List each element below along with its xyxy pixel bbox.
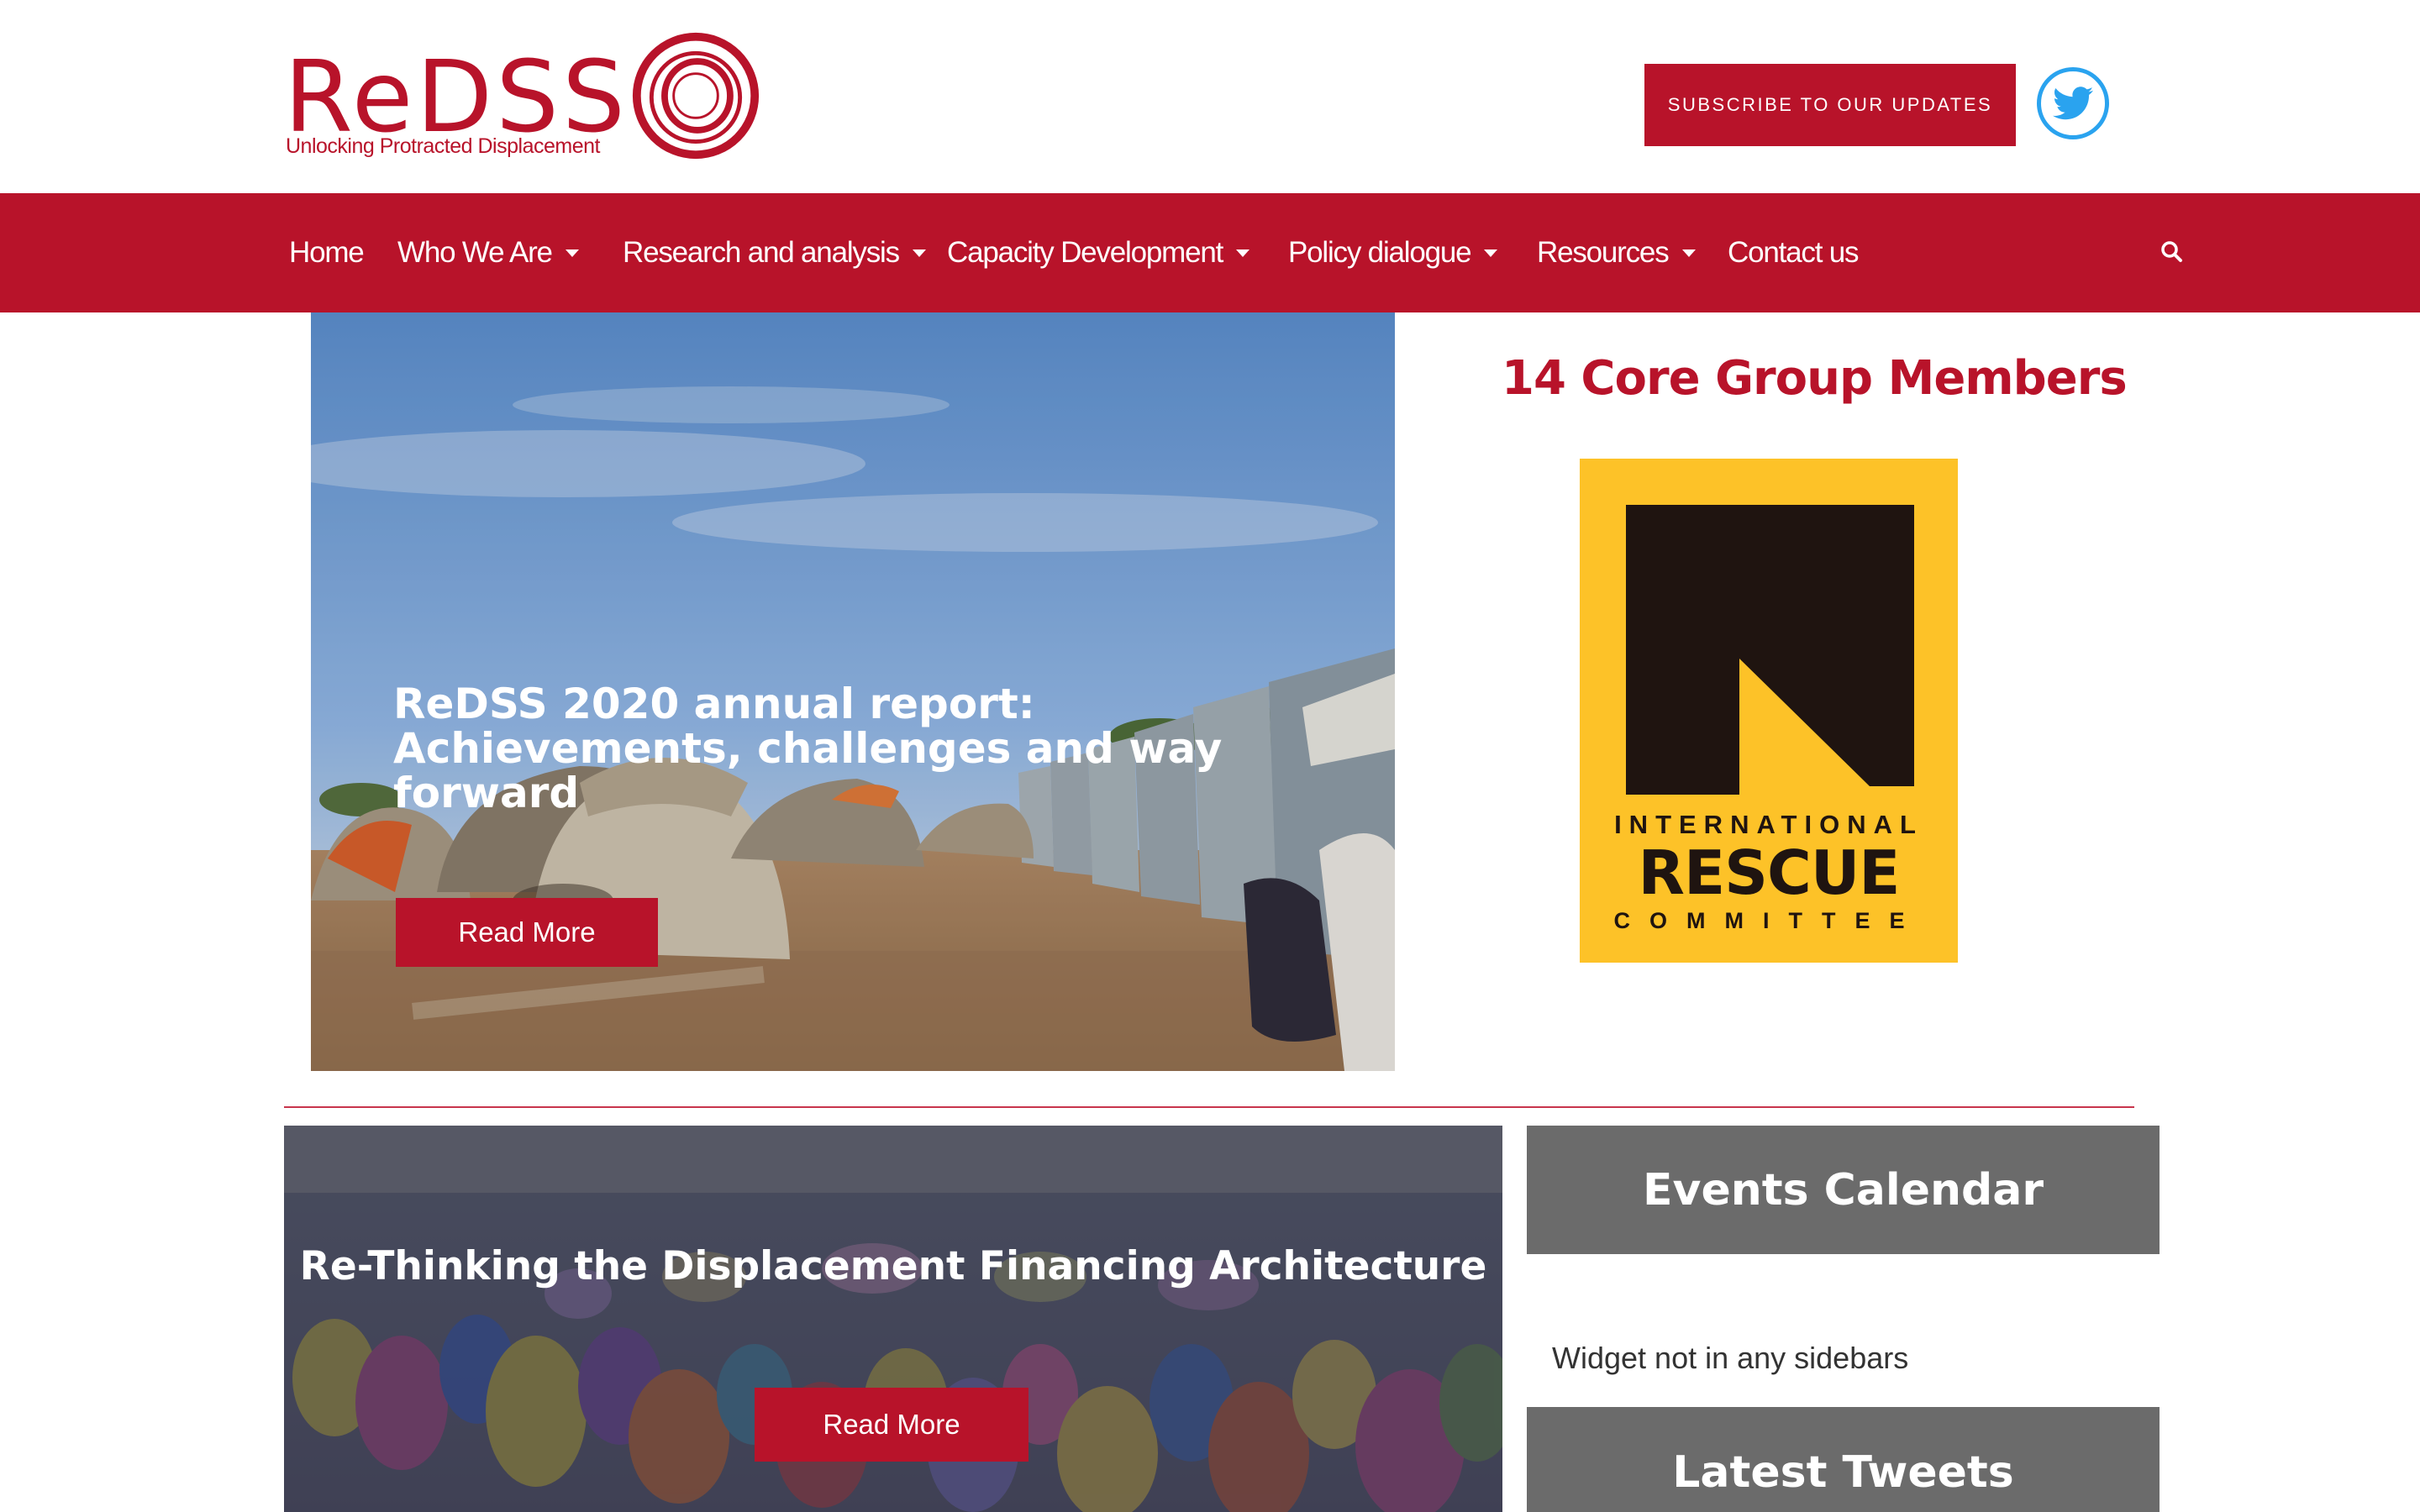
latest-tweets-header: Latest Tweets bbox=[1527, 1407, 2160, 1512]
nav-item-label: Research and analysis bbox=[623, 236, 900, 269]
main-navigation: Home Who We Are Research and analysis Ca… bbox=[0, 193, 2420, 312]
nav-item-resources[interactable]: Resources bbox=[1537, 193, 1696, 312]
nav-item-policy-dialogue[interactable]: Policy dialogue bbox=[1288, 193, 1498, 312]
nav-item-home[interactable]: Home bbox=[289, 193, 365, 312]
chevron-down-icon bbox=[565, 249, 579, 257]
irc-line-2: RESCUE bbox=[1639, 837, 1900, 908]
irc-wordmark: INTERNATIONAL RESCUE COMMITTEE bbox=[1614, 810, 1924, 933]
chevron-down-icon bbox=[1484, 249, 1498, 257]
nav-item-label: Home bbox=[289, 236, 365, 269]
events-calendar-header: Events Calendar bbox=[1527, 1126, 2160, 1254]
nav-item-who-we-are[interactable]: Who We Are bbox=[397, 193, 579, 312]
nav-item-label: Capacity Development bbox=[947, 236, 1223, 269]
featured-read-more-button[interactable]: Read More bbox=[396, 898, 658, 967]
logo-rings-icon bbox=[632, 32, 760, 160]
irc-line-1: INTERNATIONAL bbox=[1614, 810, 1923, 839]
widget-notice: Widget not in any sidebars bbox=[1552, 1341, 1909, 1375]
irc-line-3: COMMITTEE bbox=[1614, 908, 1924, 933]
nav-item-contact-us[interactable]: Contact us bbox=[1728, 193, 1860, 312]
nav-item-label: Resources bbox=[1537, 236, 1670, 269]
nav-item-label: Contact us bbox=[1728, 236, 1860, 269]
subscribe-button[interactable]: SUBSCRIBE TO OUR UPDATES bbox=[1644, 64, 2016, 146]
chevron-down-icon bbox=[1236, 249, 1250, 257]
second-read-more-button[interactable]: Read More bbox=[755, 1388, 1028, 1462]
section-divider bbox=[284, 1106, 2134, 1108]
chevron-down-icon bbox=[1681, 249, 1696, 257]
logo-tagline: Unlocking Protracted Displacement bbox=[286, 134, 600, 158]
redss-logo[interactable]: ReDSS Unlocking Protracted Displacement bbox=[284, 30, 763, 165]
featured-story: ReDSS 2020 annual report: Achievements, … bbox=[311, 312, 1395, 1071]
chevron-down-icon bbox=[912, 249, 926, 257]
core-group-title: 14 Core Group Members bbox=[1502, 351, 2128, 406]
irc-member-logo[interactable]: INTERNATIONAL RESCUE COMMITTEE bbox=[1580, 459, 1958, 963]
nav-item-label: Who We Are bbox=[397, 236, 553, 269]
nav-item-research-and-analysis[interactable]: Research and analysis bbox=[623, 193, 926, 312]
featured-story-title[interactable]: ReDSS 2020 annual report: Achievements, … bbox=[393, 682, 1234, 816]
second-story-title[interactable]: Re-Thinking the Displacement Financing A… bbox=[284, 1243, 1502, 1289]
logo-wordmark: ReDSS bbox=[284, 39, 629, 155]
search-icon[interactable] bbox=[2160, 239, 2185, 265]
twitter-icon[interactable] bbox=[2037, 67, 2109, 139]
site-header: ReDSS Unlocking Protracted Displacement … bbox=[0, 0, 2420, 193]
second-featured-story: Re-Thinking the Displacement Financing A… bbox=[284, 1126, 1502, 1512]
nav-item-capacity-development[interactable]: Capacity Development bbox=[947, 193, 1250, 312]
nav-item-label: Policy dialogue bbox=[1288, 236, 1472, 269]
twitter-bird-glyph bbox=[2053, 87, 2093, 120]
